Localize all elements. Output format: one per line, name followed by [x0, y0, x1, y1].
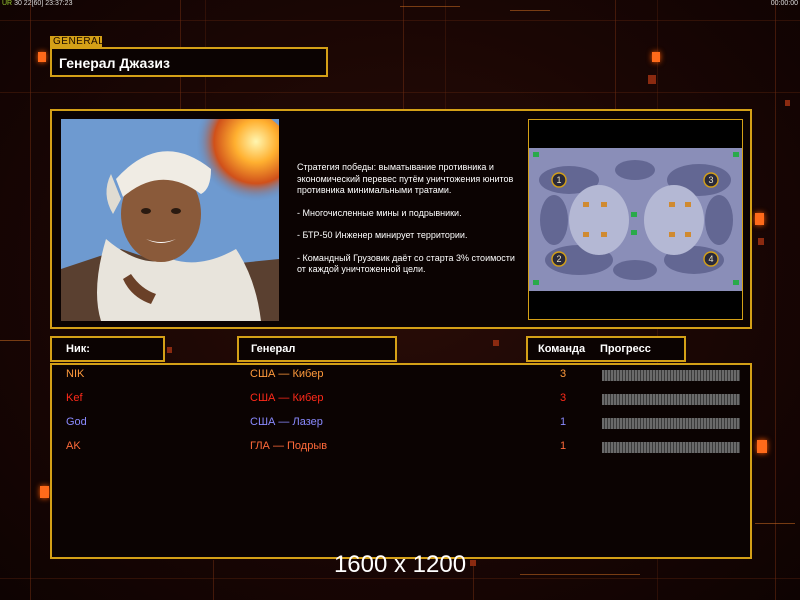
- feature-1: - Многочисленные мины и подрывники.: [297, 207, 462, 218]
- feature-3: - Командный Грузовик даёт со старта 3% с…: [297, 252, 515, 275]
- player-row: AK ГЛА — Подрыв 1: [52, 440, 752, 456]
- nick-column-header[interactable]: Ник:: [50, 336, 165, 362]
- general-name: Генерал Джазиз: [59, 55, 170, 71]
- general-portrait: [61, 119, 279, 321]
- general-tab-label: GENERAL: [50, 36, 104, 47]
- player-general: США — Кибер: [250, 368, 324, 380]
- player-team: 3: [560, 392, 567, 404]
- player-nick: Kef: [66, 392, 83, 404]
- status-tag: UR: [2, 0, 13, 7]
- progress-bar: [602, 418, 740, 429]
- feature-2: - БТР-50 Инженер минирует территории.: [297, 230, 468, 240]
- status-clock: 00:00:00: [770, 0, 798, 7]
- nick-header-label: Ник:: [66, 343, 90, 355]
- general-header-label: Генерал: [251, 343, 296, 355]
- start-position-4: 4: [708, 254, 713, 264]
- player-table: NIK США — Кибер 3 Kef США — Кибер 3 God …: [50, 363, 752, 559]
- player-row: NIK США — Кибер 3: [52, 368, 752, 384]
- player-team: 1: [560, 416, 567, 428]
- start-position-3: 3: [708, 175, 713, 185]
- status-bar: UR 30 22[60] 23:37:23 00:00:00: [0, 0, 800, 8]
- team-header-label: Команда: [538, 343, 586, 355]
- team-progress-header[interactable]: Команда Прогресс: [526, 336, 686, 362]
- player-row: God США — Лазер 1: [52, 416, 752, 432]
- resolution-label: 1600 x 1200: [333, 551, 467, 578]
- progress-bar: [602, 370, 740, 381]
- strategy-text: Стратегия победы: выматывание противника…: [297, 162, 514, 195]
- player-general: США — Лазер: [250, 416, 323, 428]
- player-team: 3: [560, 368, 567, 380]
- player-nick: God: [66, 416, 87, 428]
- start-position-2: 2: [556, 254, 561, 264]
- player-nick: NIK: [66, 368, 85, 380]
- general-name-box: Генерал Джазиз: [50, 47, 328, 77]
- general-description: Стратегия победы: выматывание противника…: [297, 162, 522, 276]
- player-general: США — Кибер: [250, 392, 324, 404]
- status-text: 30 22[60] 23:37:23: [14, 0, 73, 7]
- player-general: ГЛА — Подрыв: [250, 440, 328, 452]
- progress-bar: [602, 394, 740, 405]
- map-preview: 1 2 3 4: [528, 119, 743, 320]
- start-position-1: 1: [556, 175, 561, 185]
- progress-bar: [602, 442, 740, 453]
- progress-header-label: Прогресс: [600, 343, 651, 355]
- player-row: Kef США — Кибер 3: [52, 392, 752, 408]
- player-nick: AK: [66, 440, 81, 452]
- player-team: 1: [560, 440, 567, 452]
- general-column-header[interactable]: Генерал: [237, 336, 397, 362]
